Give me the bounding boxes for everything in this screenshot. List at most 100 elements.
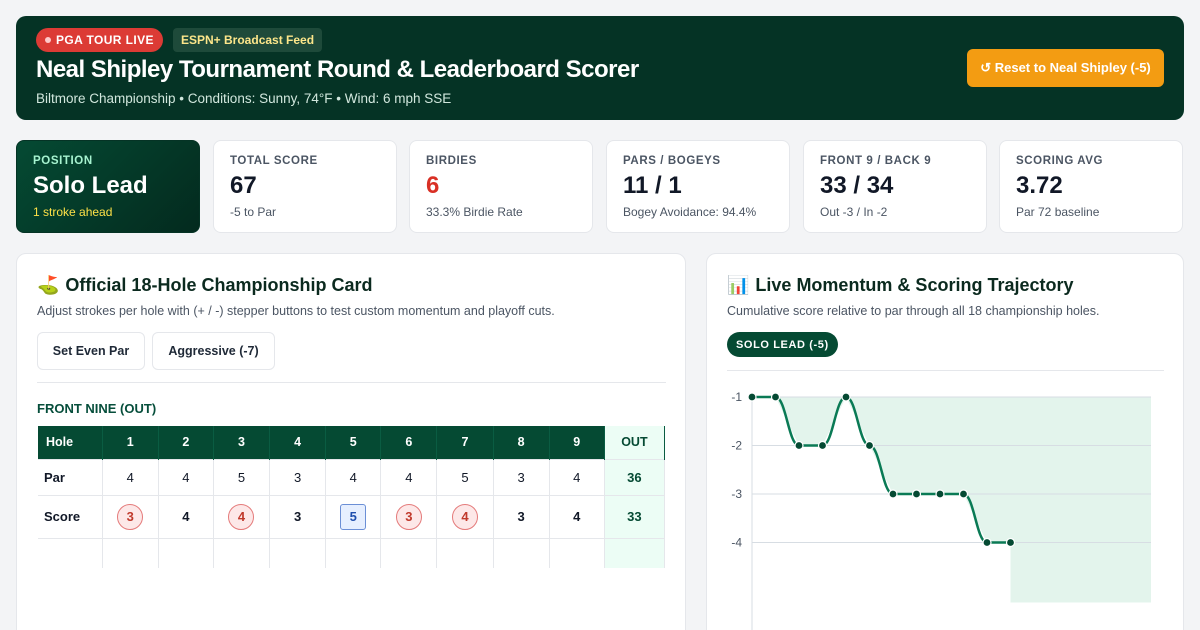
y-tick-label: -4 xyxy=(731,536,742,550)
par-marker: 4 xyxy=(182,509,190,524)
header-hole-number: 3 xyxy=(213,426,271,459)
stat-sub: Par 72 baseline xyxy=(1016,205,1100,219)
par-cell: 5 xyxy=(436,458,494,495)
front-nine-table: Hole 1 2 3 4 5 6 7 8 9 OUT Par 4 4 5 3 4 xyxy=(38,426,666,568)
stat-label: PARS / BOGEYS xyxy=(623,155,721,167)
score-row-label: Score xyxy=(38,494,103,538)
scorecard-panel: ⛳ Official 18-Hole Championship Card Adj… xyxy=(16,253,686,630)
par-row-label: Par xyxy=(38,458,103,495)
par-cell: 4 xyxy=(380,458,438,495)
stepper-row xyxy=(38,537,666,568)
data-point xyxy=(817,440,828,451)
stat-value: 11 / 1 xyxy=(623,172,682,199)
stat-label: SCORING AVG xyxy=(1016,155,1104,167)
y-tick-label: -1 xyxy=(731,390,742,404)
par-cell: 4 xyxy=(325,458,382,495)
set-even-par-button[interactable]: Set Even Par xyxy=(37,332,145,370)
birdie-marker: 3 xyxy=(395,503,422,530)
stat-value: 3.72 xyxy=(1016,172,1063,199)
stepper-cell[interactable] xyxy=(158,537,214,568)
header-out: OUT xyxy=(604,426,666,459)
y-tick-label: -3 xyxy=(731,487,742,501)
stepper-cell[interactable] xyxy=(102,537,159,568)
header-hole-number: 9 xyxy=(549,426,605,459)
stepper-cell[interactable] xyxy=(269,537,327,568)
momentum-description: Cumulative score relative to par through… xyxy=(727,304,1100,318)
stat-card-total-score: TOTAL SCORE 67 -5 to Par xyxy=(213,140,397,233)
data-point xyxy=(958,489,969,499)
score-cell[interactable]: 3 xyxy=(493,494,550,538)
bar-chart-icon: 📊 xyxy=(727,275,750,295)
par-out-total: 36 xyxy=(604,458,666,495)
stepper-cell[interactable] xyxy=(380,537,438,568)
aggressive-button[interactable]: Aggressive (-7) xyxy=(152,332,275,370)
header-banner: PGA TOUR LIVE ESPN+ Broadcast Feed Neal … xyxy=(16,16,1184,120)
page-subtitle: Biltmore Championship • Conditions: Sunn… xyxy=(36,91,452,106)
stat-label: BIRDIES xyxy=(426,155,477,167)
live-badge: PGA TOUR LIVE xyxy=(36,28,163,52)
scorecard-title: ⛳ Official 18-Hole Championship Card xyxy=(37,275,372,296)
stat-card-scoring-avg: SCORING AVG 3.72 Par 72 baseline xyxy=(999,140,1183,233)
header-hole: Hole xyxy=(38,426,103,459)
golf-flag-icon: ⛳ xyxy=(37,275,60,295)
momentum-panel: 📊 Live Momentum & Scoring Trajectory Cum… xyxy=(706,253,1184,630)
score-cell[interactable]: 4 xyxy=(213,494,271,538)
score-out-total: 33 xyxy=(604,494,666,538)
stat-sub: 1 stroke ahead xyxy=(33,205,113,219)
page-title: Neal Shipley Tournament Round & Leaderbo… xyxy=(36,56,639,83)
score-cell[interactable]: 3 xyxy=(269,494,327,538)
data-point xyxy=(770,392,781,402)
front-nine-label: FRONT NINE (OUT) xyxy=(37,401,157,416)
score-cell[interactable]: 4 xyxy=(436,494,494,538)
stepper-cell[interactable] xyxy=(436,537,494,568)
par-cell: 3 xyxy=(493,458,550,495)
stat-card-position: POSITION Solo Lead 1 stroke ahead xyxy=(16,140,200,233)
solo-lead-badge: SOLO LEAD (-5) xyxy=(727,332,838,357)
stepper-cell[interactable] xyxy=(325,537,382,568)
stepper-cell xyxy=(604,537,666,568)
score-cell[interactable]: 4 xyxy=(549,494,605,538)
par-cell: 5 xyxy=(213,458,271,495)
stat-card-front-back: FRONT 9 / BACK 9 33 / 34 Out -3 / In -2 xyxy=(803,140,987,233)
data-point xyxy=(982,537,992,548)
data-point xyxy=(747,392,757,402)
stat-label: FRONT 9 / BACK 9 xyxy=(820,155,932,167)
stat-value: 33 / 34 xyxy=(820,172,894,199)
birdie-marker: 3 xyxy=(117,503,144,530)
par-row: Par 4 4 5 3 4 4 5 3 4 36 xyxy=(38,458,666,495)
header-hole-number: 6 xyxy=(380,426,438,459)
stepper-cell[interactable] xyxy=(549,537,605,568)
stat-sub: Out -3 / In -2 xyxy=(820,205,888,219)
stepper-cell[interactable] xyxy=(213,537,271,568)
data-point xyxy=(935,489,945,499)
stepper-cell[interactable] xyxy=(493,537,550,568)
data-point xyxy=(794,440,804,451)
stat-label: TOTAL SCORE xyxy=(230,155,318,167)
score-cell[interactable]: 5 xyxy=(325,494,382,538)
header-hole-number: 2 xyxy=(158,426,214,459)
live-dot-icon xyxy=(45,37,51,43)
stat-value: Solo Lead xyxy=(33,172,148,199)
momentum-chart: -1 -2 -3 -4 xyxy=(731,390,1151,630)
scorecard-description: Adjust strokes per hole with (+ / -) ste… xyxy=(37,304,555,318)
data-point xyxy=(841,392,851,402)
par-cell: 4 xyxy=(549,458,605,495)
stat-value: 6 xyxy=(426,172,440,199)
bogey-marker: 5 xyxy=(340,503,367,530)
score-cell[interactable]: 4 xyxy=(158,494,214,538)
divider xyxy=(727,370,1164,371)
data-point xyxy=(911,489,922,499)
reset-button[interactable]: ↺ Reset to Neal Shipley (-5) xyxy=(967,49,1164,87)
y-tick-label: -2 xyxy=(731,439,742,453)
stat-card-pars-bogeys: PARS / BOGEYS 11 / 1 Bogey Avoidance: 94… xyxy=(606,140,790,233)
score-cell[interactable]: 3 xyxy=(102,494,159,538)
header-hole-number: 1 xyxy=(102,426,159,459)
table-header-row: Hole 1 2 3 4 5 6 7 8 9 OUT xyxy=(38,426,666,459)
par-marker: 3 xyxy=(293,509,302,524)
score-cell[interactable]: 3 xyxy=(380,494,438,538)
data-point xyxy=(888,489,898,499)
scorecard-title-text: Official 18-Hole Championship Card xyxy=(65,275,373,295)
par-cell: 4 xyxy=(102,458,159,495)
stat-card-birdies: BIRDIES 6 33.3% Birdie Rate xyxy=(409,140,593,233)
par-marker: 4 xyxy=(573,509,581,524)
